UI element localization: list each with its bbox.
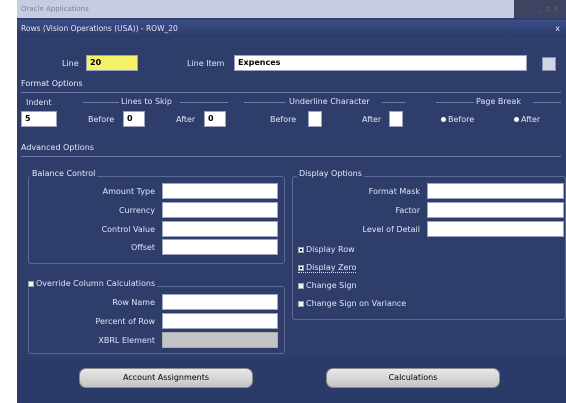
skip-after-label: After bbox=[176, 115, 196, 124]
indent-input[interactable]: 5 bbox=[21, 111, 57, 127]
checkbox-icon bbox=[28, 280, 34, 287]
underline-before-label: Before bbox=[270, 115, 297, 124]
display-row-label: Display Row bbox=[306, 245, 355, 254]
indent-label: Indent bbox=[26, 98, 52, 107]
factor-input[interactable] bbox=[427, 202, 564, 218]
skip-after-input[interactable]: 0 bbox=[204, 111, 226, 127]
outer-window-title: Oracle Applications bbox=[17, 0, 566, 18]
display-row-checkbox[interactable]: Display Row bbox=[298, 245, 355, 254]
outer-window-controls[interactable]: _ ▫ x bbox=[539, 0, 558, 18]
line-item-label: Line Item bbox=[187, 59, 225, 68]
lines-to-skip-label: Lines to Skip bbox=[121, 97, 172, 106]
line-item-input[interactable]: Expences bbox=[234, 55, 527, 71]
page-break-after-label: After bbox=[521, 115, 541, 124]
level-of-detail-input[interactable] bbox=[427, 221, 564, 237]
change-sign-on-variance-label: Change Sign on Variance bbox=[306, 299, 407, 308]
row-name-input[interactable] bbox=[162, 294, 278, 310]
page-break-before-label: Before bbox=[448, 115, 475, 124]
line-label: Line bbox=[62, 59, 79, 68]
display-zero-label: Display Zero bbox=[306, 263, 357, 272]
radio-icon bbox=[514, 117, 519, 122]
level-of-detail-label: Level of Detail bbox=[362, 225, 420, 234]
percent-of-row-input[interactable] bbox=[162, 313, 278, 329]
list-of-values-button[interactable] bbox=[542, 57, 556, 71]
offset-input[interactable] bbox=[162, 239, 278, 255]
underline-character-label: Underline Character bbox=[289, 97, 370, 106]
checkbox-icon bbox=[298, 282, 304, 289]
window-title: Rows (Vision Operations (USA)) - ROW_20 bbox=[17, 20, 566, 37]
control-value-input[interactable] bbox=[162, 221, 278, 237]
format-mask-input[interactable] bbox=[427, 183, 564, 199]
lines-to-skip-rule-right bbox=[180, 102, 228, 103]
close-icon[interactable]: x bbox=[555, 20, 560, 37]
format-options-divider bbox=[21, 92, 561, 93]
xbrl-element-input bbox=[162, 332, 278, 348]
page-break-rule-right bbox=[533, 102, 561, 103]
change-sign-checkbox[interactable]: Change Sign bbox=[298, 281, 357, 290]
underline-rule-right bbox=[382, 102, 406, 103]
calculations-button[interactable]: Calculations bbox=[326, 368, 500, 388]
control-value-label: Control Value bbox=[101, 225, 155, 234]
currency-label: Currency bbox=[118, 206, 155, 215]
underline-rule-left bbox=[244, 102, 286, 103]
currency-input[interactable] bbox=[162, 202, 278, 218]
skip-before-label: Before bbox=[88, 115, 115, 124]
change-sign-on-variance-checkbox[interactable]: Change Sign on Variance bbox=[298, 299, 406, 308]
checkbox-icon bbox=[298, 264, 304, 271]
page-break-rule-left bbox=[436, 102, 474, 103]
display-zero-checkbox[interactable]: Display Zero bbox=[298, 263, 357, 273]
override-column-calculations-checkbox[interactable]: Override Column Calculations bbox=[26, 279, 158, 288]
page-break-after-radio[interactable]: After bbox=[514, 115, 540, 124]
lines-to-skip-rule-left bbox=[83, 102, 119, 103]
change-sign-label: Change Sign bbox=[306, 281, 357, 290]
underline-after-label: After bbox=[362, 115, 382, 124]
balance-control-title: Balance Control bbox=[30, 169, 98, 178]
amount-type-input[interactable] bbox=[162, 183, 278, 199]
account-assignments-button[interactable]: Account Assignments bbox=[79, 368, 253, 388]
percent-of-row-label: Percent of Row bbox=[95, 317, 155, 326]
page-break-before-radio[interactable]: Before bbox=[441, 115, 474, 124]
checkbox-icon bbox=[298, 246, 304, 253]
row-name-label: Row Name bbox=[112, 298, 155, 307]
skip-before-input[interactable]: 0 bbox=[123, 111, 145, 127]
offset-label: Offset bbox=[130, 243, 155, 252]
override-column-calculations-label: Override Column Calculations bbox=[36, 279, 156, 288]
xbrl-element-label: XBRL Element bbox=[98, 336, 155, 345]
advanced-options-divider bbox=[21, 156, 561, 157]
page-break-label: Page Break bbox=[476, 97, 521, 106]
factor-label: Factor bbox=[395, 206, 421, 215]
line-input[interactable]: 20 bbox=[86, 55, 138, 71]
underline-before-input[interactable] bbox=[308, 111, 322, 127]
checkbox-icon bbox=[298, 300, 304, 307]
underline-after-input[interactable] bbox=[389, 111, 403, 127]
display-options-title: Display Options bbox=[297, 169, 364, 178]
field-separator bbox=[528, 55, 536, 71]
radio-icon bbox=[441, 117, 446, 122]
advanced-options-title: Advanced Options bbox=[21, 143, 94, 152]
format-mask-label: Format Mask bbox=[368, 187, 420, 196]
amount-type-label: Amount Type bbox=[102, 187, 155, 196]
format-options-title: Format Options bbox=[21, 79, 83, 88]
